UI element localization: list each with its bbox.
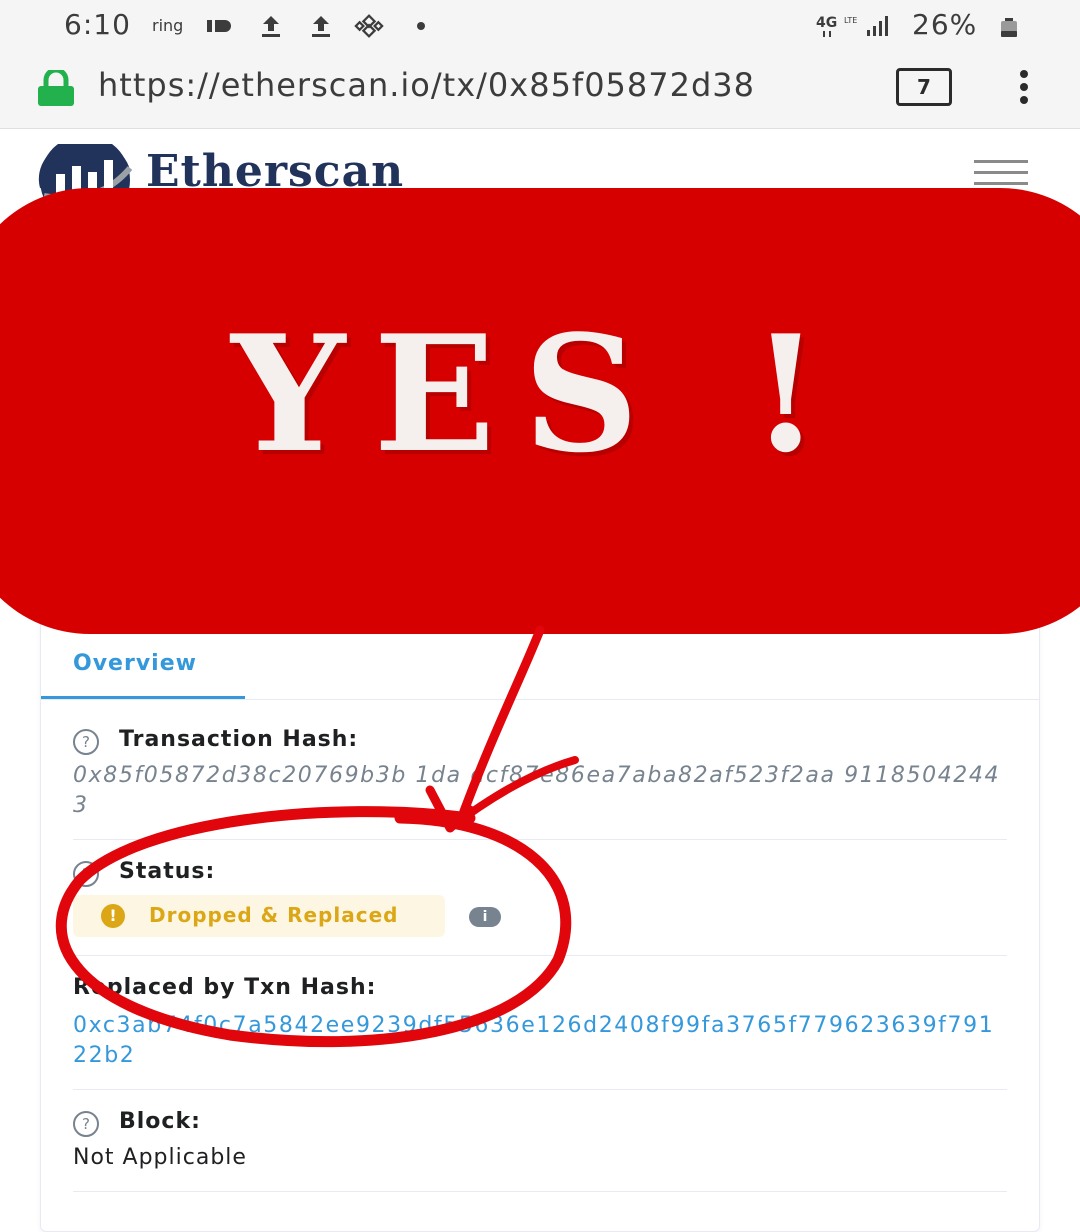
battery-percent: 26%	[912, 8, 978, 41]
replaced-by-label: Replaced by Txn Hash:	[73, 975, 377, 1000]
status-label: Status:	[119, 859, 216, 884]
clock: 6:10	[64, 8, 131, 41]
block-label: Block:	[119, 1109, 201, 1134]
block-value: Not Applicable	[73, 1145, 247, 1170]
tx-hash-value: 0x85f05872d38c20769b3b 1da dcf87e86ea7ab…	[73, 763, 1001, 818]
network-4g-icon: 4G LTE	[816, 12, 860, 40]
upload-icon	[256, 12, 286, 40]
notification-dot-icon	[406, 12, 436, 40]
lock-icon	[36, 67, 76, 106]
overview-card: Overview ? Transaction Hash: 0x85f05872d…	[40, 610, 1040, 1232]
status-bar: 6:10 ring 4G LTE 26%	[0, 0, 1080, 52]
more-options-icon[interactable]	[1016, 70, 1032, 110]
tx-hash-label: Transaction Hash:	[119, 727, 359, 752]
yes-headline: YES !	[231, 300, 849, 488]
status-badge: ! Dropped & Replaced	[73, 895, 445, 937]
svg-text:4G: 4G	[816, 15, 837, 31]
menu-icon[interactable]	[974, 160, 1028, 185]
help-icon[interactable]: ?	[73, 1111, 99, 1137]
tab-overview-label: Overview	[73, 651, 197, 676]
row-divider	[73, 839, 1007, 840]
warning-icon: !	[101, 904, 125, 928]
help-icon[interactable]: ?	[73, 861, 99, 887]
info-icon[interactable]: i	[469, 907, 501, 927]
row-divider	[73, 955, 1007, 956]
browser-address-bar: https://etherscan.io/tx/0x85f05872d38 7	[0, 52, 1080, 129]
upload-icon	[306, 12, 336, 40]
url-field[interactable]: https://etherscan.io/tx/0x85f05872d38	[98, 66, 868, 110]
row-divider	[73, 1089, 1007, 1090]
signal-icon	[864, 12, 894, 40]
video-icon	[206, 12, 236, 40]
binance-icon	[354, 12, 384, 40]
url-fade	[820, 64, 870, 114]
ring-app-label: ring	[152, 16, 184, 35]
row-divider	[73, 1191, 1007, 1192]
status-text: Dropped & Replaced	[149, 903, 399, 927]
svg-text:LTE: LTE	[844, 16, 857, 25]
replaced-tx-hash-link[interactable]: 0xc3ab74f0c7a5842ee9239df55636e126d2408f…	[73, 1011, 1003, 1071]
tab-switcher-button[interactable]: 7	[896, 68, 952, 106]
battery-icon	[994, 14, 1024, 42]
help-icon[interactable]: ?	[73, 729, 99, 755]
